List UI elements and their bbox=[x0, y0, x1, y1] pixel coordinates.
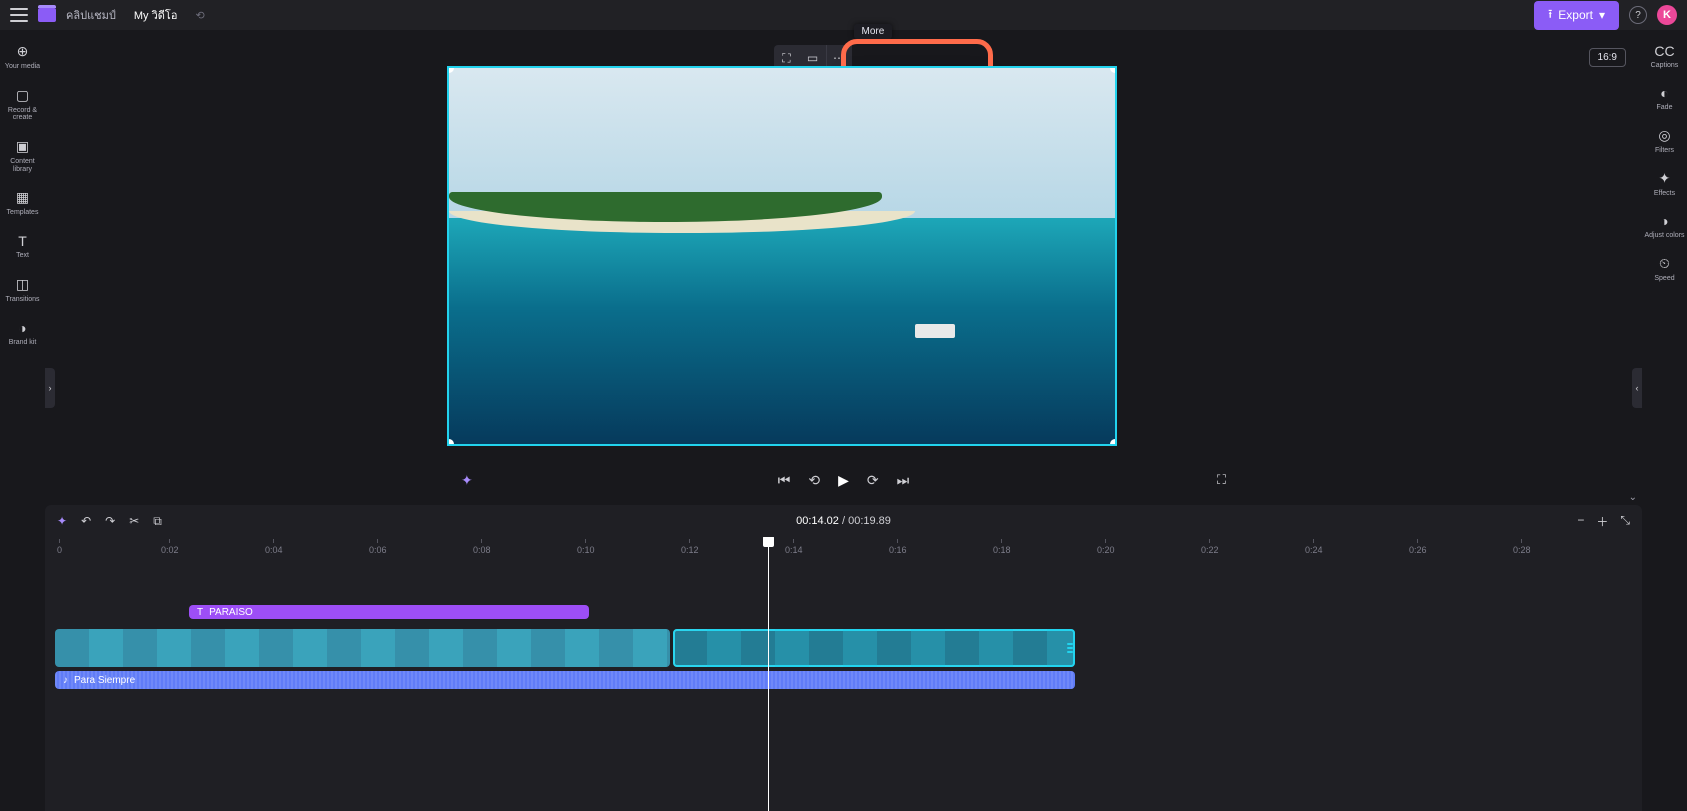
audio-clip[interactable]: ♪ Para Siempre bbox=[55, 671, 1075, 689]
video-clip-2-selected[interactable] bbox=[673, 629, 1075, 667]
app-name: คลิปแชมป์ bbox=[66, 6, 116, 24]
ruler-tick: 0:12 bbox=[681, 539, 699, 555]
resize-handle-ne[interactable] bbox=[1110, 66, 1117, 73]
ruler-tick: 0:16 bbox=[889, 539, 907, 555]
time-display: 00:14.02 / 00:19.89 bbox=[796, 515, 891, 527]
sidebar-adjust-colors[interactable]: ◑Adjust colors bbox=[1644, 208, 1686, 244]
app-logo-icon bbox=[38, 8, 56, 22]
zoom-out-button[interactable]: − bbox=[1577, 513, 1584, 530]
ruler-tick: 0:06 bbox=[369, 539, 387, 555]
sidebar-fade[interactable]: ◐Fade bbox=[1644, 80, 1686, 116]
sidebar-record-create[interactable]: ▢Record & create bbox=[2, 82, 44, 127]
redo-button[interactable]: ↷ bbox=[105, 514, 115, 528]
sidebar-text[interactable]: TText bbox=[2, 228, 44, 265]
chevron-down-icon: ▾ bbox=[1599, 8, 1605, 22]
grid-icon: ▦ bbox=[16, 189, 29, 206]
sidebar-brand-kit[interactable]: ◑Brand kit bbox=[2, 315, 44, 352]
text-icon: T bbox=[18, 233, 27, 249]
speed-icon: ⏲ bbox=[1659, 255, 1670, 272]
ruler-tick: 0:20 bbox=[1097, 539, 1115, 555]
text-icon: T bbox=[197, 607, 203, 618]
skip-start-button[interactable]: ⏮ bbox=[778, 472, 791, 489]
ruler-tick: 0:26 bbox=[1409, 539, 1427, 555]
export-button[interactable]: ⭱ Export ▾ bbox=[1534, 1, 1619, 30]
sidebar-your-media[interactable]: ⊕Your media bbox=[2, 38, 44, 76]
player-controls: ✦ ⏮ ⟲ ▶ ⟳ ⏭ ⛶ bbox=[45, 465, 1642, 495]
sidebar-content-library[interactable]: ▣Content library bbox=[2, 133, 44, 178]
undo-button[interactable]: ↶ bbox=[81, 514, 91, 528]
menu-button[interactable] bbox=[10, 8, 28, 22]
timeline-ruler[interactable]: 0 0:02 0:04 0:06 0:08 0:10 0:12 0:14 0:1… bbox=[45, 537, 1642, 559]
ruler-tick: 0 bbox=[57, 539, 62, 555]
ruler-tick: 0:14 bbox=[785, 539, 803, 555]
ruler-tick: 0:10 bbox=[577, 539, 595, 555]
top-bar: คลิปแชมป์ My วิดีโอ ⟲ ⭱ Export ▾ ? K bbox=[0, 0, 1687, 30]
video-track[interactable] bbox=[55, 629, 1632, 667]
text-clip[interactable]: T PARAISO bbox=[189, 605, 589, 619]
ruler-tick: 0:04 bbox=[265, 539, 283, 555]
video-preview[interactable]: ⟳ bbox=[447, 66, 1117, 446]
timeline[interactable]: 0 0:02 0:04 0:06 0:08 0:10 0:12 0:14 0:1… bbox=[45, 537, 1642, 811]
ruler-tick: 0:28 bbox=[1513, 539, 1531, 555]
fullscreen-button[interactable]: ⛶ bbox=[1217, 472, 1226, 488]
ruler-tick: 0:24 bbox=[1305, 539, 1323, 555]
sidebar-effects[interactable]: ✦Effects bbox=[1644, 165, 1686, 202]
skip-end-button[interactable]: ⏭ bbox=[897, 472, 910, 489]
filters-icon: ◎ bbox=[1658, 127, 1670, 144]
zoom-fit-button[interactable]: ⤡ bbox=[1620, 513, 1630, 530]
sidebar-speed[interactable]: ⏲Speed bbox=[1644, 250, 1686, 287]
right-sidebar: CCCaptions ◐Fade ◎Filters ✦Effects ◑Adju… bbox=[1642, 30, 1687, 500]
playhead[interactable] bbox=[768, 537, 769, 811]
camera-icon: ▢ bbox=[16, 87, 29, 104]
text-track[interactable]: T PARAISO bbox=[55, 605, 1632, 625]
ruler-tick: 0:18 bbox=[993, 539, 1011, 555]
ruler-tick: 0:08 bbox=[473, 539, 491, 555]
fade-icon: ◐ bbox=[1660, 85, 1668, 101]
sidebar-templates[interactable]: ▦Templates bbox=[2, 184, 44, 222]
user-avatar[interactable]: K bbox=[1657, 5, 1677, 25]
collapse-preview-icon[interactable]: ⌄ bbox=[1629, 492, 1637, 503]
step-forward-button[interactable]: ⟳ bbox=[867, 472, 879, 489]
library-icon: ▣ bbox=[16, 138, 29, 155]
effects-icon: ✦ bbox=[1659, 170, 1671, 187]
play-button[interactable]: ▶ bbox=[838, 472, 849, 489]
clip-trim-handle[interactable] bbox=[1067, 629, 1073, 667]
resize-handle-sw[interactable] bbox=[447, 439, 454, 446]
zoom-in-button[interactable]: ＋ bbox=[1596, 513, 1608, 530]
ruler-tick: 0:22 bbox=[1201, 539, 1219, 555]
transitions-icon: ◫ bbox=[16, 276, 29, 293]
more-tooltip: More bbox=[854, 24, 893, 39]
ai-timeline-button[interactable]: ✦ bbox=[57, 514, 67, 528]
step-back-button[interactable]: ⟲ bbox=[808, 472, 820, 489]
ai-enhance-button[interactable]: ✦ bbox=[461, 472, 473, 489]
sidebar-filters[interactable]: ◎Filters bbox=[1644, 122, 1686, 159]
left-sidebar: ⊕Your media ▢Record & create ▣Content li… bbox=[0, 30, 45, 500]
export-label: Export bbox=[1558, 8, 1593, 22]
ruler-tick: 0:02 bbox=[161, 539, 179, 555]
sidebar-transitions[interactable]: ◫Transitions bbox=[2, 271, 44, 309]
duplicate-button[interactable]: ⧉ bbox=[153, 514, 162, 529]
audio-track[interactable]: ♪ Para Siempre bbox=[55, 671, 1632, 689]
tracks-container: T PARAISO ♪ Para Siempre bbox=[45, 571, 1642, 811]
canvas-area: 16:9 ⛶ ▭ ⋯ More G)ชุด"eby90• ▞ พลิก › ▣ … bbox=[45, 30, 1642, 501]
project-name[interactable]: My วิดีโอ bbox=[134, 6, 178, 24]
sidebar-captions[interactable]: CCCaptions bbox=[1644, 38, 1686, 74]
resize-handle-se[interactable] bbox=[1110, 439, 1117, 446]
folder-plus-icon: ⊕ bbox=[17, 43, 29, 60]
contrast-icon: ◑ bbox=[1660, 213, 1668, 229]
captions-icon: CC bbox=[1654, 43, 1674, 59]
palette-icon: ◑ bbox=[18, 320, 26, 336]
timeline-toolbar: ✦ ↶ ↷ ✂ ⧉ 00:14.02 / 00:19.89 − ＋ ⤡ bbox=[45, 505, 1642, 537]
split-button[interactable]: ✂ bbox=[129, 514, 139, 528]
upload-icon: ⭱ bbox=[1548, 5, 1552, 26]
aspect-ratio-button[interactable]: 16:9 bbox=[1589, 48, 1626, 67]
cloud-sync-icon[interactable]: ⟲ bbox=[195, 9, 204, 22]
help-button[interactable]: ? bbox=[1629, 6, 1647, 24]
video-clip-1[interactable] bbox=[55, 629, 670, 667]
